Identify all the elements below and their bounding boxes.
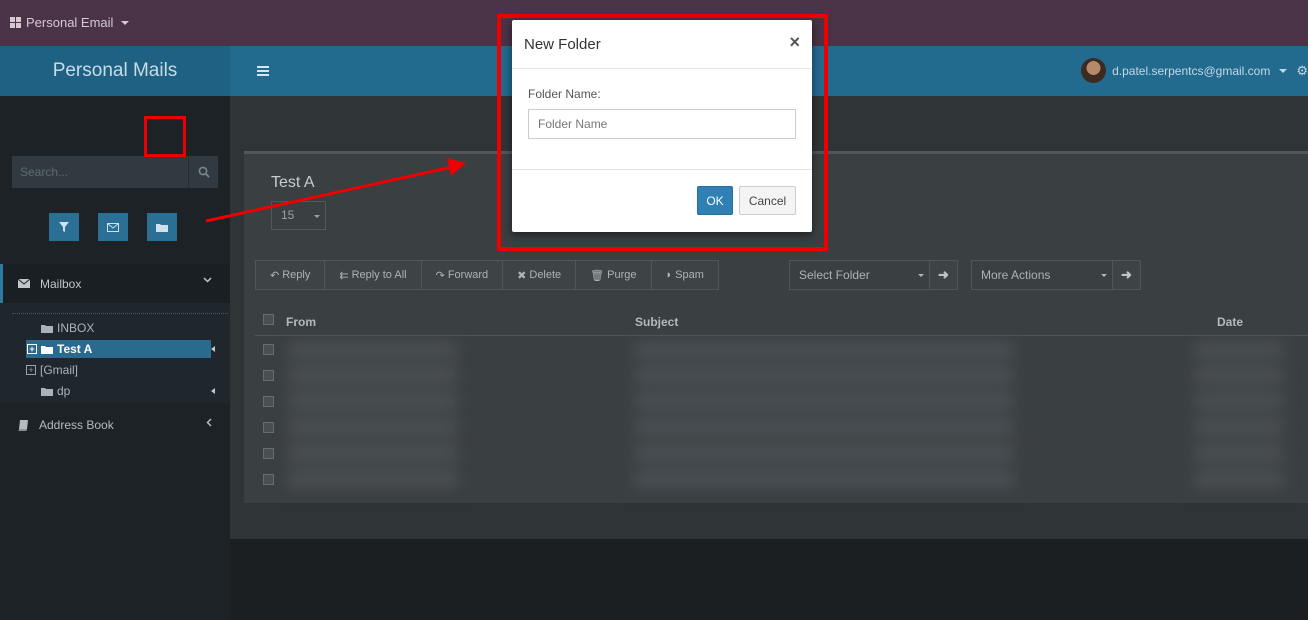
folder-name-label: Folder Name: — [528, 87, 601, 101]
dialog-header: New Folder × — [512, 20, 812, 69]
cancel-button[interactable]: Cancel — [739, 186, 796, 215]
folder-name-input[interactable] — [528, 109, 796, 139]
ok-button[interactable]: OK — [697, 186, 733, 215]
dialog-title: New Folder — [524, 36, 601, 53]
dialog-footer: OK Cancel — [512, 170, 812, 232]
new-folder-dialog: New Folder × Folder Name: OK Cancel — [512, 20, 812, 232]
dialog-body: Folder Name: — [512, 69, 812, 170]
close-button[interactable]: × — [789, 32, 800, 53]
